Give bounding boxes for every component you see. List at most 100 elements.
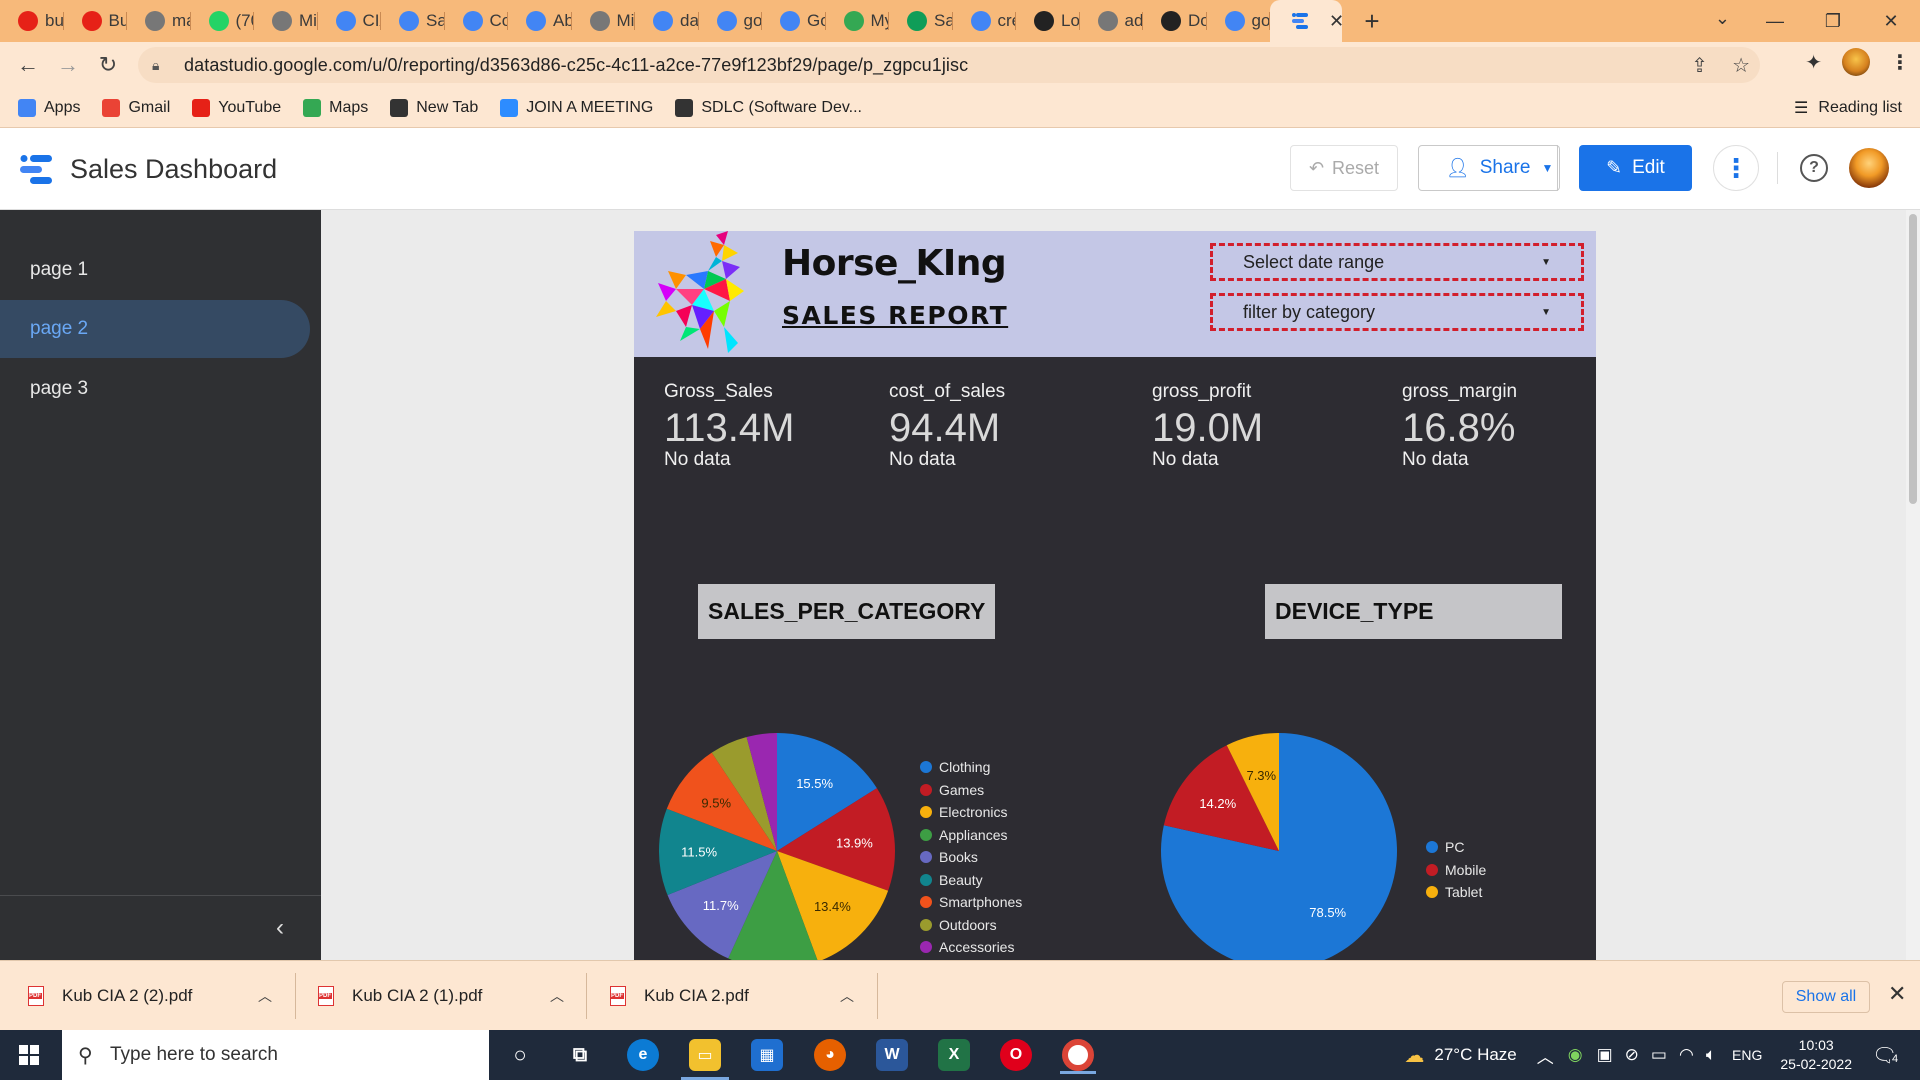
minimize-icon[interactable]: — <box>1746 0 1804 42</box>
excel-icon[interactable]: X <box>938 1039 970 1071</box>
tab-4[interactable]: Mic <box>254 0 318 42</box>
chevron-up-icon[interactable]: ︿ <box>258 986 272 1006</box>
tab-19[interactable]: goo <box>1207 0 1270 42</box>
page-scrollbar[interactable] <box>1906 210 1920 960</box>
legend-item[interactable]: Mobile <box>1426 859 1486 882</box>
sidebar-item-page-3[interactable]: page 3 <box>0 360 310 418</box>
tab-6[interactable]: Sale <box>381 0 445 42</box>
tab-active-sales-dashboard[interactable]: ✕ <box>1270 0 1342 42</box>
reload-icon[interactable]: ↻ <box>88 45 128 85</box>
tab-11[interactable]: goo <box>699 0 762 42</box>
show-hidden-icons-chevron-icon[interactable]: ︿ <box>1537 1043 1554 1068</box>
legend-item[interactable]: Beauty <box>920 869 1022 892</box>
category-filter[interactable]: filter by category ▼ <box>1210 293 1584 331</box>
tab-18[interactable]: Dov <box>1143 0 1207 42</box>
chevron-up-icon[interactable]: ︿ <box>550 986 564 1006</box>
legend-item[interactable]: Outdoors <box>920 914 1022 937</box>
extensions-puzzle-icon[interactable]: ✦ <box>1805 50 1822 75</box>
url-text[interactable]: datastudio.google.com/u/0/reporting/d356… <box>184 55 968 76</box>
legend-item[interactable]: Games <box>920 779 1022 802</box>
bookmark-2[interactable]: YouTube <box>192 98 281 117</box>
more-options-button[interactable]: ⋮ <box>1713 145 1759 191</box>
tab-0[interactable]: bus <box>0 0 64 42</box>
scorecard-gross-profit[interactable]: gross_profit 19.0M No data <box>1152 381 1263 471</box>
restore-icon[interactable]: ❐ <box>1804 0 1862 42</box>
bookmark-5[interactable]: JOIN A MEETING <box>500 98 653 117</box>
close-window-icon[interactable]: ✕ <box>1862 0 1920 42</box>
share-dropdown-button[interactable]: ▼ <box>1536 145 1560 191</box>
file-explorer-icon[interactable]: ▭ <box>681 1039 729 1080</box>
chevron-up-icon[interactable]: ︿ <box>840 986 854 1006</box>
opera-icon[interactable]: O <box>1000 1039 1032 1071</box>
wifi-icon[interactable]: ◠ <box>1679 1045 1694 1065</box>
sidebar-item-page-1[interactable]: page 1 <box>0 241 310 299</box>
tab-2[interactable]: ma <box>127 0 191 42</box>
address-bar[interactable]: 🔒︎ datastudio.google.com/u/0/reporting/d… <box>138 47 1760 83</box>
pie-chart-device-type[interactable]: 78.5% 14.2% 7.3% <box>1104 711 1424 960</box>
close-tab-icon[interactable]: ✕ <box>1329 11 1342 32</box>
scrollbar-thumb[interactable] <box>1909 214 1917 504</box>
report-title[interactable]: Sales Dashboard <box>70 154 277 185</box>
download-item[interactable]: Kub CIA 2 (2).pdf ︿ <box>28 961 288 1031</box>
start-button[interactable] <box>0 1030 58 1080</box>
tab-14[interactable]: Sale <box>889 0 953 42</box>
help-icon[interactable]: ? <box>1800 154 1828 182</box>
close-downloads-icon[interactable]: ✕ <box>1888 981 1906 1007</box>
legend-item[interactable]: Appliances <box>920 824 1022 847</box>
legend-item[interactable]: Clothing <box>920 756 1022 779</box>
tab-7[interactable]: Cop <box>445 0 508 42</box>
scorecard-gross-margin[interactable]: gross_margin 16.8% No data <box>1402 381 1517 471</box>
volume-icon[interactable]: 🔈︎ <box>1706 1045 1716 1065</box>
word-icon[interactable]: W <box>876 1039 908 1071</box>
antivirus-icon[interactable]: ⊘ <box>1625 1045 1639 1065</box>
legend-item[interactable]: Electronics <box>920 801 1022 824</box>
store-icon[interactable]: ▦ <box>751 1039 783 1071</box>
sidebar-item-page-2[interactable]: page 2 <box>0 300 310 358</box>
bookmark-star-icon[interactable]: ☆ <box>1732 53 1750 78</box>
tab-13[interactable]: My <box>826 0 889 42</box>
legend-item[interactable]: Smartphones <box>920 891 1022 914</box>
cortana-icon[interactable]: ○ <box>504 1039 536 1071</box>
tab-3[interactable]: (70) <box>191 0 254 42</box>
bookmark-6[interactable]: SDLC (Software Dev... <box>675 98 862 117</box>
profile-avatar[interactable] <box>1842 48 1870 76</box>
reading-list-button[interactable]: ☰ Reading list <box>1794 98 1902 118</box>
tab-1[interactable]: Bus <box>64 0 127 42</box>
language-indicator[interactable]: ENG <box>1732 1047 1762 1063</box>
collapse-sidebar-chevron-icon[interactable]: ‹ <box>276 914 284 942</box>
edit-button[interactable]: ✎ Edit <box>1579 145 1692 191</box>
taskbar-search-box[interactable]: ⚲ Type here to search <box>62 1030 489 1080</box>
meet-now-icon[interactable]: ▣ <box>1597 1045 1613 1065</box>
task-view-icon[interactable]: ⧉ <box>564 1039 596 1071</box>
back-arrow-icon[interactable]: ← <box>8 45 48 85</box>
notifications-button[interactable]: 🗨︎ 4 <box>1872 1043 1912 1068</box>
bookmark-4[interactable]: New Tab <box>390 98 478 117</box>
user-avatar[interactable] <box>1849 148 1889 188</box>
scorecard-gross-sales[interactable]: Gross_Sales 113.4M No data <box>664 381 794 471</box>
tab-8[interactable]: Abo <box>508 0 572 42</box>
tab-12[interactable]: Goo <box>762 0 826 42</box>
tab-9[interactable]: Mic <box>572 0 635 42</box>
tab-16[interactable]: Log <box>1016 0 1080 42</box>
tab-5[interactable]: CIA <box>318 0 381 42</box>
legend-item[interactable]: Tablet <box>1426 881 1486 904</box>
bookmark-1[interactable]: Gmail <box>102 98 170 117</box>
legend-item[interactable]: Accessories <box>920 936 1022 959</box>
legend-item[interactable]: Books <box>920 846 1022 869</box>
download-item[interactable]: Kub CIA 2.pdf ︿ <box>610 961 870 1031</box>
edge-icon[interactable]: e <box>627 1039 659 1071</box>
upwork-icon[interactable]: ◉ <box>1568 1045 1583 1065</box>
clock[interactable]: 10:03 25-02-2022 <box>1780 1036 1852 1074</box>
reset-button[interactable]: ↶ Reset <box>1290 145 1398 191</box>
date-range-filter[interactable]: Select date range ▼ <box>1210 243 1584 281</box>
new-tab-button[interactable]: + <box>1352 0 1392 42</box>
show-all-downloads-button[interactable]: Show all <box>1782 981 1870 1013</box>
tab-15[interactable]: crea <box>953 0 1016 42</box>
lock-icon[interactable]: 🔒︎ <box>152 57 172 74</box>
tab-10[interactable]: data <box>635 0 699 42</box>
legend-item[interactable]: PC <box>1426 836 1486 859</box>
scorecard-cost-of-sales[interactable]: cost_of_sales 94.4M No data <box>889 381 1005 471</box>
bookmark-3[interactable]: Maps <box>303 98 368 117</box>
share-page-icon[interactable]: ⇪ <box>1691 53 1708 78</box>
chrome-icon[interactable] <box>1060 1039 1096 1074</box>
